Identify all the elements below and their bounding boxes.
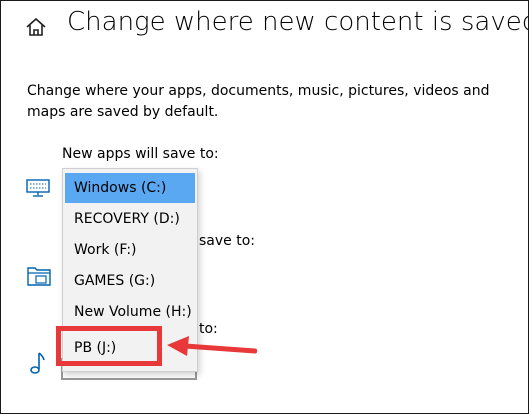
drive-option-windows[interactable]: Windows (C:) [65,173,195,203]
home-icon[interactable] [25,16,47,38]
drive-option-new-volume[interactable]: New Volume (H:) [65,297,195,327]
music-note-icon [30,352,45,374]
page-title: Change where new content is saved [67,7,529,37]
new-apps-label: New apps will save to: [62,146,219,162]
monitor-icon [26,179,50,197]
drive-option-games[interactable]: GAMES (G:) [65,266,195,296]
documents-folder-icon [27,267,51,286]
drive-option-work[interactable]: Work (F:) [65,235,195,265]
drive-option-recovery[interactable]: RECOVERY (D:) [65,204,195,234]
annotation-arrow-icon [167,336,257,356]
settings-window: Change where new content is saved Change… [0,0,529,414]
page-description: Change where your apps, documents, music… [27,83,490,120]
annotation-highlight-box [56,326,162,366]
new-documents-label: save to: [199,233,255,249]
